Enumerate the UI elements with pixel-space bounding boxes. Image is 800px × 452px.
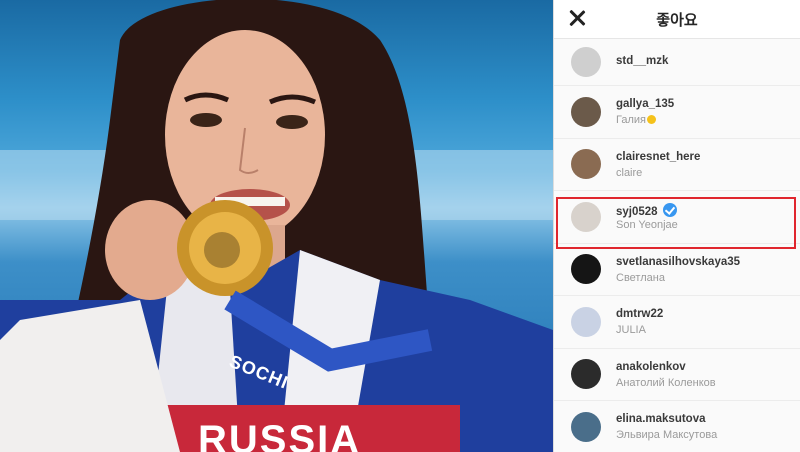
- likes-list: std__mzk gallya_135 Галия clairesnet_her…: [554, 39, 800, 452]
- likes-row[interactable]: gallya_135 Галия: [554, 86, 800, 139]
- smile-emoji-icon: [646, 115, 656, 124]
- full-name: Светлана: [616, 271, 665, 284]
- full-name: JULIA: [616, 324, 646, 336]
- avatar[interactable]: [571, 201, 601, 232]
- jacket-russia-text: RUSSIA: [198, 418, 362, 452]
- verified-badge-icon: [662, 203, 677, 217]
- avatar[interactable]: [571, 306, 601, 337]
- avatar[interactable]: [571, 96, 601, 127]
- likes-row[interactable]: syj0528 Son Yeonjae: [554, 191, 800, 244]
- username[interactable]: svetlanasilhovskaya35: [616, 256, 740, 268]
- full-name: Галия: [616, 114, 656, 126]
- likes-row[interactable]: std__mzk: [554, 39, 800, 86]
- avatar[interactable]: [571, 359, 601, 390]
- avatar[interactable]: [571, 254, 601, 285]
- likes-row[interactable]: clairesnet_here claire: [554, 139, 800, 191]
- likes-header: 좋아요: [554, 0, 800, 39]
- post-photo: SOCHI RUSSIA: [0, 0, 553, 452]
- likes-row[interactable]: svetlanasilhovskaya35 Светлана: [554, 244, 800, 296]
- username[interactable]: gallya_135: [616, 98, 674, 110]
- username[interactable]: anakolenkov: [616, 361, 686, 373]
- full-name: claire: [616, 166, 643, 179]
- likes-title: 좋아요: [656, 11, 698, 29]
- username[interactable]: clairesnet_here: [616, 151, 700, 163]
- full-name: Son Yeonjae: [616, 219, 678, 231]
- username[interactable]: dmtrw22: [616, 308, 663, 320]
- full-name: Анатолий Коленков: [616, 376, 716, 389]
- username[interactable]: std__mzk: [616, 55, 668, 67]
- username[interactable]: elina.maksutova: [616, 413, 705, 425]
- avatar[interactable]: [571, 411, 601, 442]
- username[interactable]: syj0528: [616, 203, 677, 218]
- likes-row[interactable]: dmtrw22 JULIA: [554, 296, 800, 349]
- likes-row[interactable]: anakolenkov Анатолий Коленков: [554, 349, 800, 401]
- likes-row[interactable]: elina.maksutova Эльвира Максутова: [554, 401, 800, 452]
- likes-panel: 좋아요 std__mzk gallya_135 Галия clairesnet…: [553, 0, 800, 452]
- avatar[interactable]: [571, 47, 601, 77]
- avatar[interactable]: [571, 149, 601, 180]
- full-name: Эльвира Максутова: [616, 429, 718, 441]
